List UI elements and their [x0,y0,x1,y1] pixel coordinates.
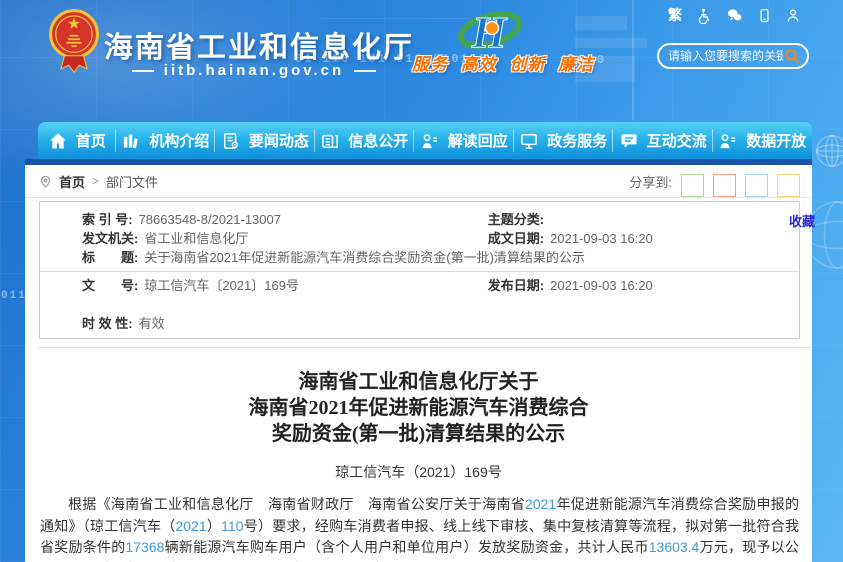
document-meta-table: 索 引 号: 78663548-8/2021-13007 主题分类: 发文机关: 省… [39,201,800,339]
files-icon [320,131,340,151]
share-button-4[interactable] [777,174,800,197]
user-icon[interactable] [785,7,801,24]
meta-label-index: 索 引 号: [82,212,133,227]
share-button-2[interactable] [713,174,736,197]
site-url: iitb.hainan.gov.cn [104,62,404,79]
chat-icon [619,131,639,151]
site-slogan: 服务 高效 创新 廉洁 [412,50,594,75]
share-button-1[interactable] [681,174,704,197]
meta-value-doc-no: 琼工信汽车〔2021〕169号 [144,278,299,293]
meta-value-written-date: 2021-09-03 16:20 [550,231,653,246]
article-doc-number: 琼工信汽车（2021）169号 [25,462,812,482]
main-nav: 首页 机构介绍 要闻动态 信息公开 解读回应 政务服务 互动交流 数据开放 [38,122,812,159]
accessibility-icon[interactable] [695,7,712,24]
dash-decor [132,70,154,72]
meta-label-doc-no: 文 号: [82,278,138,293]
person-lines-icon [420,131,440,151]
article-title-line1: 海南省工业和信息化厅关于 [25,369,812,395]
circuit-decor [632,0,634,120]
article-title: 海南省工业和信息化厅关于 海南省2021年促进新能源汽车消费综合 奖励资金(第一… [25,369,812,447]
meta-row: 文 号: 琼工信汽车〔2021〕169号 发布日期: 2021-09-03 16:2… [40,276,799,295]
meta-row: 发文机关: 省工业和信息化厅 成文日期: 2021-09-03 16:20 [40,229,799,248]
home-icon [48,131,68,151]
monitor-icon [519,131,539,151]
section-divider [39,347,810,348]
meta-row: 标 题: 关于海南省2021年促进新能源汽车消费综合奖励资金(第一批)清算结果的公… [40,248,799,267]
circuit-decor [575,38,647,48]
dash-decor [354,70,376,72]
search-button[interactable] [783,47,801,65]
site-title: 海南省工业和信息化厅 [104,24,414,66]
meta-divider [40,271,799,272]
nav-item-interaction[interactable]: 互动交流 [613,122,712,159]
nav-item-gov-services[interactable]: 政务服务 [514,122,613,159]
globe-decor [809,128,843,174]
meta-row: 时 效 性: 有效 [40,314,799,333]
meta-label-issuer: 发文机关: [82,231,138,246]
nav-item-interpretation[interactable]: 解读回应 [414,122,513,159]
article-paragraph: 根据《海南省工业和信息化厅 海南省财政厅 海南省公安厅关于海南省2021年促进新… [40,494,799,562]
traditional-chinese-toggle[interactable]: 繁 [668,7,682,24]
binary-decor: 011 [1,290,27,302]
search-icon [783,47,801,65]
meta-value-validity: 有效 [139,316,165,331]
meta-value-publish-date: 2021-09-03 16:20 [550,278,653,293]
breadcrumb-home[interactable]: 首页 [59,172,85,191]
content-panel: 首页 > 部门文件 分享到: 收藏 索 引 号: 78663548-8/2021-… [25,165,812,562]
header-toolbar: 繁 [668,7,801,24]
favorite-link[interactable]: 收藏 [789,211,815,230]
share-button-3[interactable] [745,174,768,197]
meta-label-category: 主题分类: [488,212,544,227]
nav-item-open-data[interactable]: 数据开放 [713,122,812,159]
meta-value-index: 78663548-8/2021-13007 [139,212,281,227]
nav-item-org-intro[interactable]: 机构介绍 [116,122,215,159]
circuit-decor [575,16,627,30]
breadcrumb-current: 部门文件 [106,172,158,191]
share-label: 分享到: [629,172,672,191]
meta-row: 索 引 号: 78663548-8/2021-13007 主题分类: [40,210,799,229]
search-input[interactable] [668,49,783,63]
person-lines-icon [718,131,738,151]
meta-label-publish-date: 发布日期: [488,278,544,293]
meta-label-title: 标 题: [82,250,138,265]
meta-label-written-date: 成文日期: [488,231,544,246]
nav-item-news[interactable]: 要闻动态 [215,122,314,159]
mobile-icon[interactable] [757,7,772,24]
meta-value-issuer: 省工业和信息化厅 [144,231,248,246]
breadcrumb-separator: > [92,174,99,188]
article-title-line3: 奖励资金(第一批)清算结果的公示 [25,421,812,447]
article-title-line2: 海南省2021年促进新能源汽车消费综合 [25,395,812,421]
wechat-icon[interactable] [725,7,744,24]
location-pin-icon [38,174,53,189]
search-box [657,43,809,69]
nav-item-home[interactable]: 首页 [38,122,116,159]
breadcrumb: 首页 > 部门文件 分享到: [25,165,812,198]
meta-value-title: 关于海南省2021年促进新能源汽车消费综合奖励资金(第一批)清算结果的公示 [144,250,585,265]
meta-label-validity: 时 效 性: [82,316,133,331]
national-emblem-logo [48,8,100,79]
org-chart-icon [121,131,141,151]
news-doc-icon [221,131,241,151]
page: 01 110 101 011 010110 11010 011 海南省工业和信息… [0,0,843,562]
nav-item-info-disclosure[interactable]: 信息公开 [315,122,414,159]
